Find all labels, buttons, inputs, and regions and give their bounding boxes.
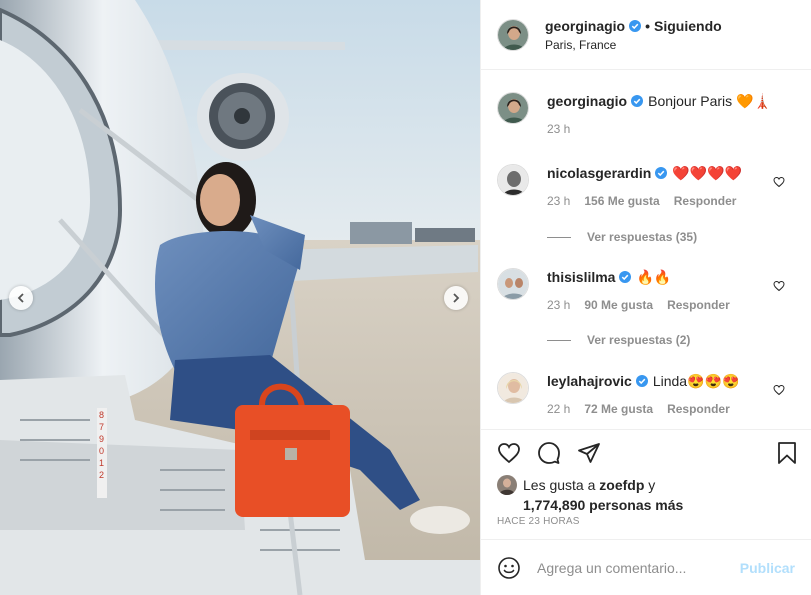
comment-item: leylahajrovic Linda😍😍😍 22 h 72 Me gusta …	[497, 372, 795, 416]
instagram-post: 8 7 9 0 1 2 georginagio • Siguiendo Paris, F…	[0, 0, 811, 595]
post-side-panel: georginagio • Siguiendo Paris, France ge…	[480, 0, 811, 595]
likes-text: Les gusta a zoefdp y 1,774,890 personas …	[523, 475, 683, 515]
commenter-avatar[interactable]	[497, 372, 529, 404]
caption-username[interactable]: georginagio	[547, 92, 627, 110]
comment-likes[interactable]: 156 Me gusta	[584, 194, 659, 208]
comment-bubble-icon[interactable]	[537, 441, 561, 465]
smiley-icon[interactable]	[497, 556, 521, 580]
view-replies-button[interactable]: Ver respuestas (2)	[547, 333, 690, 347]
comment-text: Linda😍😍😍	[652, 373, 740, 389]
comment-item: thisislilma 🔥🔥 23 h 90 Me gusta Responde…	[497, 268, 795, 312]
commenter-avatar[interactable]	[497, 164, 529, 196]
caption-avatar[interactable]	[497, 92, 529, 124]
replies-divider-line	[547, 236, 571, 238]
comment-item: nicolasgerardin ❤️❤️❤️❤️ 23 h 156 Me gus…	[497, 164, 795, 208]
author-avatar[interactable]	[497, 18, 529, 51]
comment-likes[interactable]: 72 Me gusta	[584, 402, 653, 416]
liker-username[interactable]: zoefdp	[599, 477, 644, 493]
comment-like-heart-icon[interactable]	[773, 384, 785, 396]
chevron-left-icon	[17, 293, 24, 303]
likes-count[interactable]: 1,774,890 personas más	[523, 497, 683, 513]
view-replies-button[interactable]: Ver respuestas (35)	[547, 230, 697, 244]
caption-comment: georginagio Bonjour Paris 🧡🗼 23 h	[497, 92, 795, 136]
following-button[interactable]: Siguiendo	[654, 18, 722, 34]
post-photo[interactable]: 8 7 9 0 1 2	[0, 0, 480, 595]
svg-text:1: 1	[99, 458, 104, 468]
comment-time[interactable]: 23 h	[547, 194, 570, 208]
comment-username[interactable]: leylahajrovic	[547, 372, 632, 390]
comment-like-heart-icon[interactable]	[773, 280, 785, 292]
author-username[interactable]: georginagio	[545, 18, 625, 34]
comments-list: georginagio Bonjour Paris 🧡🗼 23 h nicola…	[481, 70, 811, 429]
verified-badge-icon	[631, 95, 644, 107]
caption-text: Bonjour Paris 🧡🗼	[648, 93, 771, 109]
post-header: georginagio • Siguiendo Paris, France	[481, 0, 811, 70]
separator-dot: •	[645, 17, 651, 34]
svg-text:7: 7	[99, 422, 104, 432]
verified-badge-icon	[629, 19, 642, 32]
reply-button[interactable]: Responder	[667, 298, 730, 312]
reply-button[interactable]: Responder	[674, 194, 737, 208]
svg-text:9: 9	[99, 434, 104, 444]
verified-badge-icon	[655, 167, 668, 179]
reply-button[interactable]: Responder	[667, 402, 730, 416]
verified-badge-icon	[619, 271, 632, 283]
comment-time[interactable]: 23 h	[547, 298, 570, 312]
add-comment-bar: Publicar	[481, 539, 811, 595]
chevron-right-icon	[453, 293, 460, 303]
caption-time[interactable]: 23 h	[547, 122, 570, 136]
view-replies-label[interactable]: Ver respuestas (2)	[587, 333, 690, 347]
bookmark-icon[interactable]	[775, 441, 799, 465]
publish-button[interactable]: Publicar	[740, 560, 795, 576]
replies-divider-line	[547, 339, 571, 341]
comment-text: ❤️❤️❤️❤️	[672, 165, 742, 181]
heart-icon[interactable]	[497, 441, 521, 465]
comment-username[interactable]: thisislilma	[547, 268, 615, 286]
comment-likes[interactable]: 90 Me gusta	[584, 298, 653, 312]
liker-avatar[interactable]	[497, 475, 517, 495]
svg-text:2: 2	[99, 470, 104, 480]
carousel-prev-button[interactable]	[9, 286, 33, 310]
comment-username[interactable]: nicolasgerardin	[547, 164, 651, 182]
paper-plane-icon[interactable]	[577, 441, 601, 465]
comment-text: 🔥🔥	[636, 269, 672, 285]
svg-text:0: 0	[99, 446, 104, 456]
comment-input[interactable]	[537, 559, 740, 576]
post-timestamp[interactable]: HACE 23 HORAS	[481, 515, 811, 539]
photo-scene: 8 7 9 0 1 2	[0, 0, 480, 595]
carousel-next-button[interactable]	[444, 286, 468, 310]
comment-time[interactable]: 22 h	[547, 402, 570, 416]
post-location[interactable]: Paris, France	[545, 38, 722, 52]
svg-text:8: 8	[99, 410, 104, 420]
verified-badge-icon	[635, 375, 648, 387]
post-actions-bar	[481, 429, 811, 475]
likes-prefix: Les gusta a	[523, 477, 596, 493]
view-replies-label[interactable]: Ver respuestas (35)	[587, 230, 697, 244]
commenter-avatar[interactable]	[497, 268, 529, 300]
likes-joiner: y	[648, 477, 656, 493]
likes-summary: Les gusta a zoefdp y 1,774,890 personas …	[481, 475, 811, 515]
comment-like-heart-icon[interactable]	[773, 176, 785, 188]
